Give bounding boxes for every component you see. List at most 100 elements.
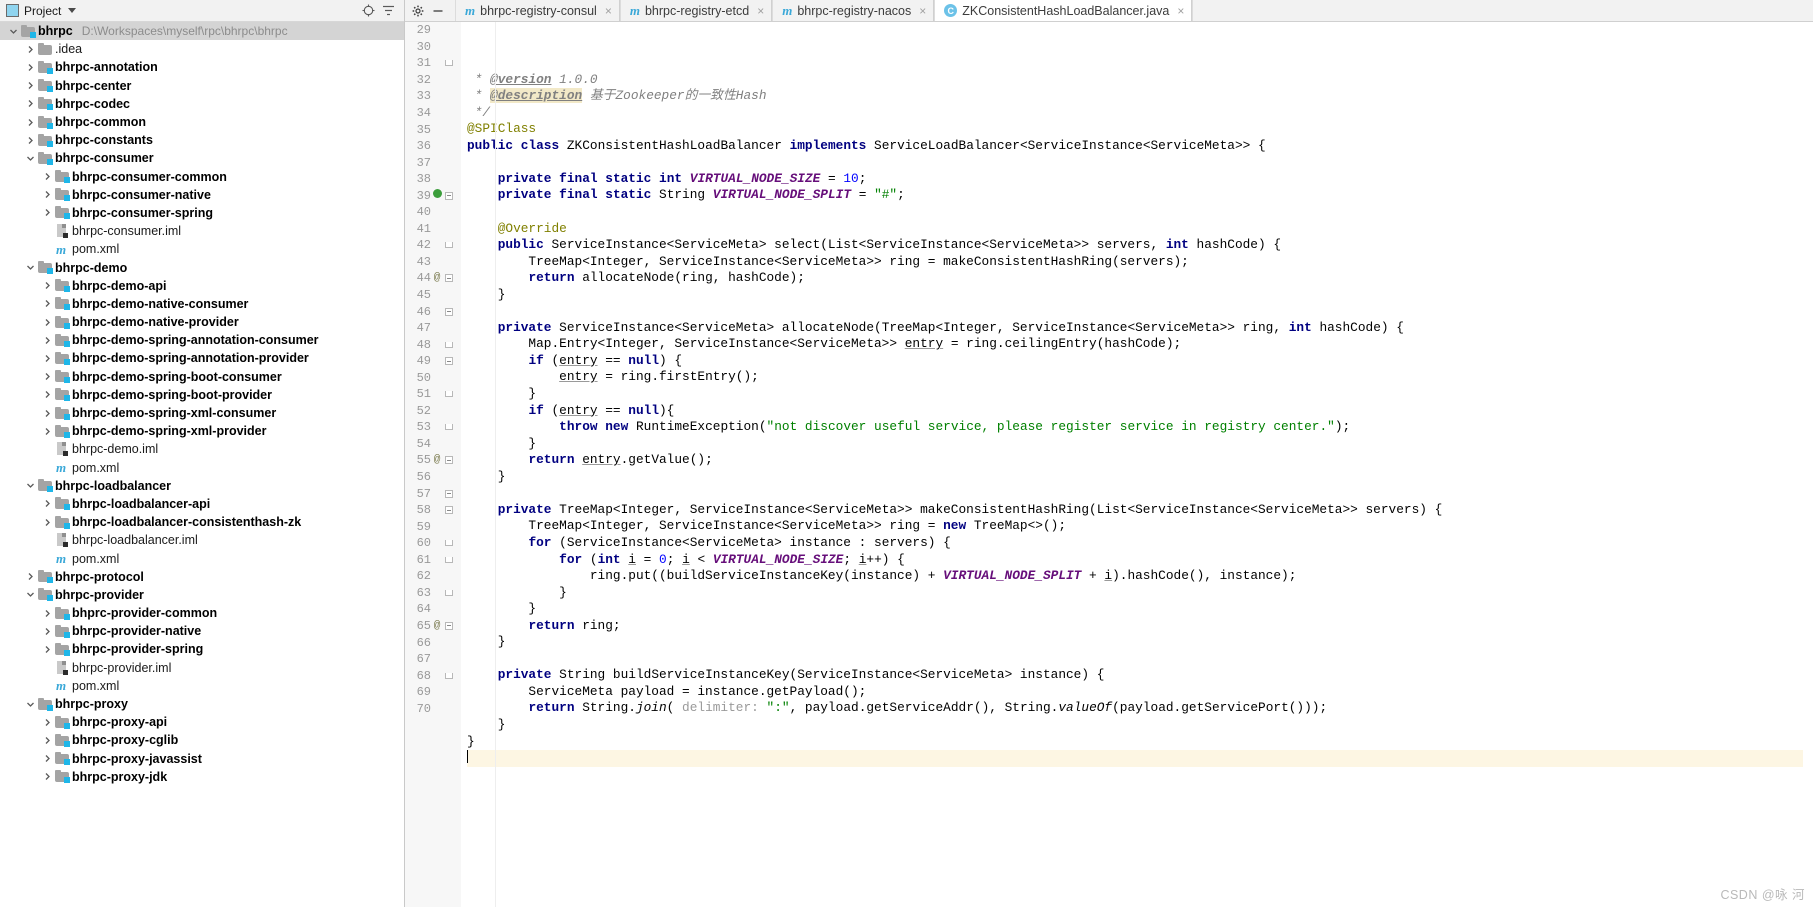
gutter-line[interactable]: 68 (405, 667, 461, 684)
fold-end-icon[interactable] (443, 342, 455, 348)
editor-tab[interactable]: mbhrpc-registry-nacos× (772, 0, 934, 21)
fold-end-icon[interactable] (443, 540, 455, 546)
gutter-line[interactable]: 58 (405, 502, 461, 519)
tree-row[interactable]: bhrpc-codec (0, 95, 404, 113)
code-line[interactable]: } (467, 734, 1803, 751)
tree-row-root[interactable]: bhrpc D:\Workspaces\myself\rpc\bhrpc\bhr… (0, 22, 404, 40)
gutter-line[interactable]: 48 (405, 336, 461, 353)
code-line[interactable]: if (entry == null){ (467, 403, 1803, 420)
code-line[interactable]: private String buildServiceInstanceKey(S… (467, 667, 1803, 684)
code-line[interactable]: @Override (467, 221, 1803, 238)
close-icon[interactable]: × (757, 4, 764, 18)
code-line[interactable]: return String.join( delimiter: ":", payl… (467, 700, 1803, 717)
tree-row[interactable]: bhrpc-provider.iml (0, 659, 404, 677)
gutter-line[interactable]: 36 (405, 138, 461, 155)
gutter-line[interactable]: 54 (405, 436, 461, 453)
chevron-collapsed-icon[interactable] (23, 572, 38, 581)
code-line[interactable] (467, 303, 1803, 320)
chevron-expanded-icon[interactable] (23, 154, 38, 163)
code-line[interactable]: * @description 基于Zookeeper的一致性Hash (467, 88, 1803, 105)
tree-row[interactable]: bhrpc-constants (0, 131, 404, 149)
code-line[interactable]: throw new RuntimeException("not discover… (467, 419, 1803, 436)
fold-collapse-icon[interactable] (443, 274, 455, 282)
tree-row[interactable]: bhrpc-consumer (0, 149, 404, 167)
gutter-line[interactable]: 62 (405, 568, 461, 585)
fold-end-icon[interactable] (443, 673, 455, 679)
tree-row[interactable]: bhrpc-demo-native-provider (0, 313, 404, 331)
chevron-expanded-icon[interactable] (23, 481, 38, 490)
gutter-line[interactable]: 41 (405, 221, 461, 238)
gutter-line[interactable]: 53 (405, 419, 461, 436)
tree-row[interactable]: bhrpc-provider-native (0, 622, 404, 640)
tree-row[interactable]: bhrpc-demo (0, 258, 404, 276)
gutter-line[interactable]: 64 (405, 601, 461, 618)
fold-end-icon[interactable] (443, 60, 455, 66)
tree-row[interactable]: bhrpc-demo-native-consumer (0, 295, 404, 313)
chevron-collapsed-icon[interactable] (40, 427, 55, 436)
hide-panel-icon[interactable] (429, 2, 447, 20)
locate-icon[interactable] (358, 2, 378, 20)
code-line[interactable]: return entry.getValue(); (467, 452, 1803, 469)
tree-row[interactable]: mpom.xml (0, 677, 404, 695)
fold-end-icon[interactable] (443, 242, 455, 248)
code-line[interactable]: TreeMap<Integer, ServiceInstance<Service… (467, 518, 1803, 535)
fold-collapse-icon[interactable] (443, 622, 455, 630)
fold-end-icon[interactable] (443, 424, 455, 430)
gutter-line[interactable]: 32 (405, 72, 461, 89)
gutter-line[interactable]: 61 (405, 552, 461, 569)
chevron-expanded-icon[interactable] (23, 263, 38, 272)
code-line[interactable]: for (ServiceInstance<ServiceMeta> instan… (467, 535, 1803, 552)
run-gutter-icon[interactable] (431, 189, 443, 202)
chevron-down-icon[interactable] (68, 8, 76, 13)
gutter-line[interactable]: 67 (405, 651, 461, 668)
code-line[interactable]: private ServiceInstance<ServiceMeta> all… (467, 320, 1803, 337)
code-line[interactable]: return allocateNode(ring, hashCode); (467, 270, 1803, 287)
chevron-collapsed-icon[interactable] (23, 81, 38, 90)
tree-row[interactable]: bhrpc-demo.iml (0, 440, 404, 458)
code-line[interactable]: private TreeMap<Integer, ServiceInstance… (467, 502, 1803, 519)
gutter-line[interactable]: 59 (405, 518, 461, 535)
editor-tab[interactable]: mbhrpc-registry-etcd× (620, 0, 772, 21)
code-line[interactable]: * @version 1.0.0 (467, 72, 1803, 89)
code-line[interactable] (467, 651, 1803, 668)
chevron-collapsed-icon[interactable] (40, 190, 55, 199)
code-line[interactable]: entry = ring.firstEntry(); (467, 369, 1803, 386)
code-line[interactable]: } (467, 634, 1803, 651)
tree-row[interactable]: bhrpc-consumer.iml (0, 222, 404, 240)
code-content[interactable]: * @version 1.0.0 * @description 基于Zookee… (461, 22, 1803, 907)
close-icon[interactable]: × (919, 4, 926, 18)
code-line[interactable] (467, 485, 1803, 502)
code-line[interactable] (467, 154, 1803, 171)
tree-row[interactable]: mpom.xml (0, 459, 404, 477)
gutter-line[interactable]: 30 (405, 39, 461, 56)
tree-row[interactable]: mpom.xml (0, 549, 404, 567)
chevron-collapsed-icon[interactable] (40, 208, 55, 217)
gutter-line[interactable]: 42 (405, 237, 461, 254)
chevron-collapsed-icon[interactable] (23, 118, 38, 127)
tree-row[interactable]: bhprc-provider-common (0, 604, 404, 622)
gutter-line[interactable]: 69 (405, 684, 461, 701)
tree-row[interactable]: bhrpc-consumer-native (0, 186, 404, 204)
chevron-collapsed-icon[interactable] (23, 63, 38, 72)
code-line[interactable]: private final static String VIRTUAL_NODE… (467, 187, 1803, 204)
chevron-collapsed-icon[interactable] (40, 609, 55, 618)
tree-row[interactable]: bhrpc-protocol (0, 568, 404, 586)
tree-row[interactable]: bhrpc-demo-spring-boot-consumer (0, 368, 404, 386)
code-line[interactable]: private final static int VIRTUAL_NODE_SI… (467, 171, 1803, 188)
code-line[interactable]: } (467, 585, 1803, 602)
tree-row[interactable]: bhrpc-demo-spring-annotation-provider (0, 349, 404, 367)
code-line[interactable]: } (467, 717, 1803, 734)
chevron-collapsed-icon[interactable] (40, 754, 55, 763)
fold-collapse-icon[interactable] (443, 308, 455, 316)
code-line[interactable]: } (467, 287, 1803, 304)
gutter-line[interactable]: 29 (405, 22, 461, 39)
gutter-line[interactable]: 50 (405, 369, 461, 386)
chevron-collapsed-icon[interactable] (40, 390, 55, 399)
gutter-line[interactable]: 43 (405, 254, 461, 271)
tree-row[interactable]: bhrpc-annotation (0, 58, 404, 76)
chevron-collapsed-icon[interactable] (40, 772, 55, 781)
tree-row[interactable]: bhrpc-proxy-api (0, 713, 404, 731)
chevron-collapsed-icon[interactable] (40, 499, 55, 508)
editor-gutter[interactable]: 29303132333435363738394041424344@4546474… (405, 22, 461, 907)
chevron-collapsed-icon[interactable] (40, 172, 55, 181)
